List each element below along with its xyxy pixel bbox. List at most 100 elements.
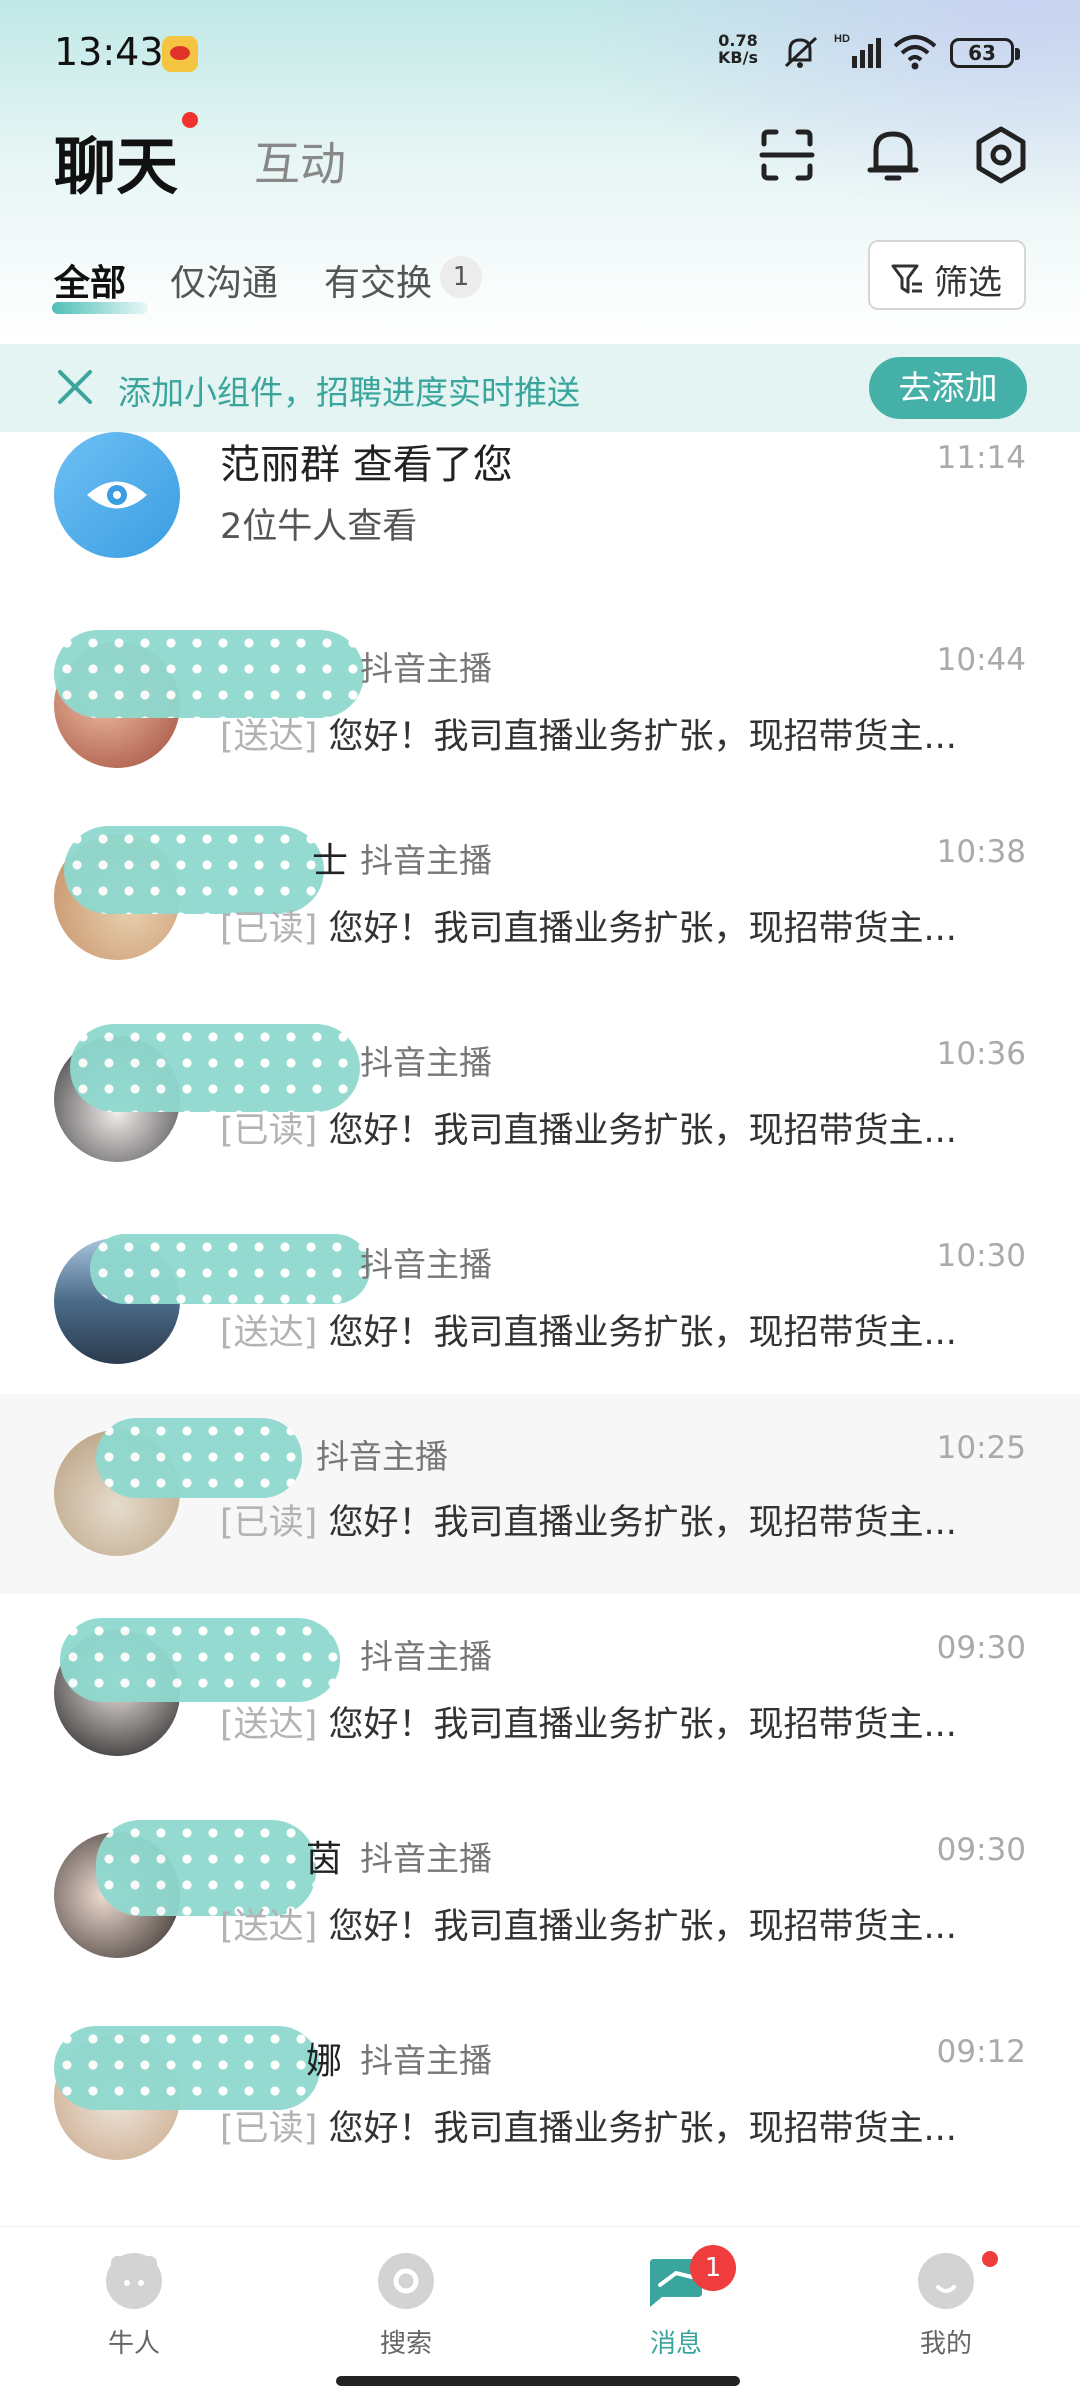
nav-messages[interactable]: 1 消息 — [596, 2245, 756, 2365]
delivery-status: [送达] — [220, 1313, 318, 1353]
read-status: [已读] — [220, 2109, 318, 2149]
chat-preview: [已读] 您好！我司直播业务扩张，现招带货主... — [220, 2100, 1010, 2151]
chat-time: 09:30 — [936, 1832, 1026, 1868]
chat-header: 聊天 互动 — [0, 108, 1080, 208]
messages-badge: 1 — [690, 2245, 736, 2291]
network-speed: 0.78 KB/s — [718, 32, 758, 66]
chat-row[interactable]: 抖音主播 10:44 [送达] 您好！我司直播业务扩张，现招带货主... — [0, 602, 1080, 804]
nav-talent[interactable]: 牛人 — [54, 2245, 214, 2365]
search-icon — [378, 2253, 434, 2309]
chat-time: 10:25 — [936, 1430, 1026, 1466]
chat-row[interactable]: 抖音主播 10:30 [送达] 您好！我司直播业务扩张，现招带货主... — [0, 1208, 1080, 1410]
tab-chat[interactable]: 聊天 — [54, 116, 178, 206]
redacted-name — [90, 1234, 370, 1304]
battery-indicator: 63 — [950, 38, 1020, 68]
home-indicator[interactable] — [336, 2376, 740, 2386]
viewer-subtitle: 2位牛人查看 — [220, 507, 418, 547]
tab-all[interactable]: 全部 — [54, 254, 126, 306]
job-tag: 抖音主播 — [360, 649, 492, 688]
widget-banner: 添加小组件，招聘进度实时推送 去添加 — [0, 344, 1080, 432]
status-time: 13:43 — [54, 30, 164, 74]
nav-messages-label: 消息 — [649, 2329, 702, 2359]
message-text: 您好！我司直播业务扩张，现招带货主... — [328, 1111, 957, 1151]
chat-unread-dot — [182, 112, 198, 128]
settings-icon[interactable] — [968, 122, 1034, 188]
read-status: [已读] — [220, 1503, 318, 1543]
bell-icon[interactable] — [860, 122, 926, 188]
message-text: 您好！我司直播业务扩张，现招带货主... — [328, 909, 957, 949]
filter-label: 筛选 — [934, 263, 1002, 303]
profile-icon — [918, 2253, 974, 2309]
viewer-avatar — [54, 432, 180, 558]
exchanged-count-badge: 1 — [440, 256, 482, 298]
chat-row[interactable]: 抖音主播 10:36 [已读] 您好！我司直播业务扩张，现招带货主... — [0, 1006, 1080, 1208]
tab-all-underline — [52, 302, 148, 314]
chat-preview: [送达] 您好！我司直播业务扩张，现招带货主... — [220, 1304, 1010, 1355]
eye-icon — [87, 481, 147, 509]
chat-time: 10:38 — [936, 834, 1026, 870]
close-icon[interactable] — [54, 366, 96, 408]
chat-row[interactable]: 娜 抖音主播 09:12 [已读] 您好！我司直播业务扩张，现招带货主... — [0, 2000, 1080, 2202]
add-widget-button[interactable]: 去添加 — [869, 357, 1027, 419]
svg-text:HD: HD — [834, 33, 850, 45]
mine-notification-dot — [982, 2251, 998, 2267]
banner-text: 添加小组件，招聘进度实时推送 — [118, 373, 580, 412]
message-text: 您好！我司直播业务扩张，现招带货主... — [328, 2109, 957, 2149]
chat-preview: [送达] 您好！我司直播业务扩张，现招带货主... — [220, 708, 1010, 759]
chat-time: 10:30 — [936, 1238, 1026, 1274]
nav-search-label: 搜索 — [379, 2329, 432, 2359]
chat-row[interactable]: 士 抖音主播 10:38 [已读] 您好！我司直播业务扩张，现招带货主... — [0, 804, 1080, 1006]
scan-icon[interactable] — [754, 122, 820, 188]
filter-icon — [891, 264, 922, 294]
contact-name-suffix: 士 — [312, 841, 349, 882]
talent-icon-face — [111, 2256, 157, 2286]
read-status: [已读] — [220, 1111, 318, 1151]
tab-exchanged[interactable]: 有交换 — [324, 254, 432, 306]
contact-name-suffix: 娜 — [306, 2041, 343, 2082]
network-speed-value: 0.78 — [718, 31, 758, 50]
mute-icon — [784, 36, 818, 68]
chat-time: 10:36 — [936, 1036, 1026, 1072]
chat-row[interactable]: 抖音主播 09:30 [送达] 您好！我司直播业务扩张，现招带货主... — [0, 1596, 1080, 1798]
chat-row[interactable]: 茵 抖音主播 09:30 [送达] 您好！我司直播业务扩张，现招带货主... — [0, 1798, 1080, 2000]
tab-only-chat[interactable]: 仅沟通 — [170, 254, 278, 306]
chat-preview: [已读] 您好！我司直播业务扩张，现招带货主... — [220, 1102, 1010, 1153]
job-tag: 抖音主播 — [360, 2041, 492, 2080]
delivery-status: [送达] — [220, 1907, 318, 1947]
read-status: [已读] — [220, 909, 318, 949]
tab-interact[interactable]: 互动 — [254, 128, 346, 194]
message-text: 您好！我司直播业务扩张，现招带货主... — [328, 1705, 957, 1745]
job-tag: 抖音主播 — [360, 841, 492, 880]
job-tag: 抖音主播 — [360, 1245, 492, 1284]
chat-time: 09:12 — [936, 2034, 1026, 2070]
chat-row[interactable]: 抖音主播 10:25 [已读] 您好！我司直播业务扩张，现招带货主... — [0, 1394, 1080, 1594]
job-tag: 抖音主播 — [360, 1043, 492, 1082]
viewer-title: 范丽群 查看了您 — [220, 442, 513, 488]
job-tag: 抖音主播 — [316, 1437, 448, 1476]
delivery-status: [送达] — [220, 717, 318, 757]
nav-search[interactable]: 搜索 — [326, 2245, 486, 2365]
message-text: 您好！我司直播业务扩张，现招带货主... — [328, 1907, 957, 1947]
chat-preview: [已读] 您好！我司直播业务扩张，现招带货主... — [220, 900, 1010, 951]
profile-icon-face — [936, 2285, 956, 2293]
redacted-name — [96, 1418, 302, 1498]
contact-name-suffix: 茵 — [306, 1839, 343, 1880]
chat-preview: [送达] 您好！我司直播业务扩张，现招带货主... — [220, 1898, 1010, 1949]
redacted-name — [60, 1618, 340, 1702]
talent-icon — [106, 2253, 162, 2309]
message-text: 您好！我司直播业务扩张，现招带货主... — [328, 1313, 957, 1353]
delivery-status: [送达] — [220, 1705, 318, 1745]
wifi-icon — [893, 35, 937, 70]
redacted-name — [54, 2026, 320, 2110]
nav-mine[interactable]: 我的 — [866, 2245, 1026, 2365]
message-text: 您好！我司直播业务扩张，现招带货主... — [328, 717, 957, 757]
chat-preview: [已读] 您好！我司直播业务扩张，现招带货主... — [220, 1494, 1010, 1545]
nav-mine-label: 我的 — [919, 2329, 972, 2359]
chat-time: 10:44 — [936, 642, 1026, 678]
chat-time: 09:30 — [936, 1630, 1026, 1666]
search-icon-glyph — [393, 2268, 419, 2294]
viewer-time: 11:14 — [936, 440, 1026, 476]
redacted-name — [70, 1024, 360, 1112]
filter-button[interactable]: 筛选 — [868, 240, 1026, 310]
nav-talent-label: 牛人 — [107, 2329, 160, 2359]
